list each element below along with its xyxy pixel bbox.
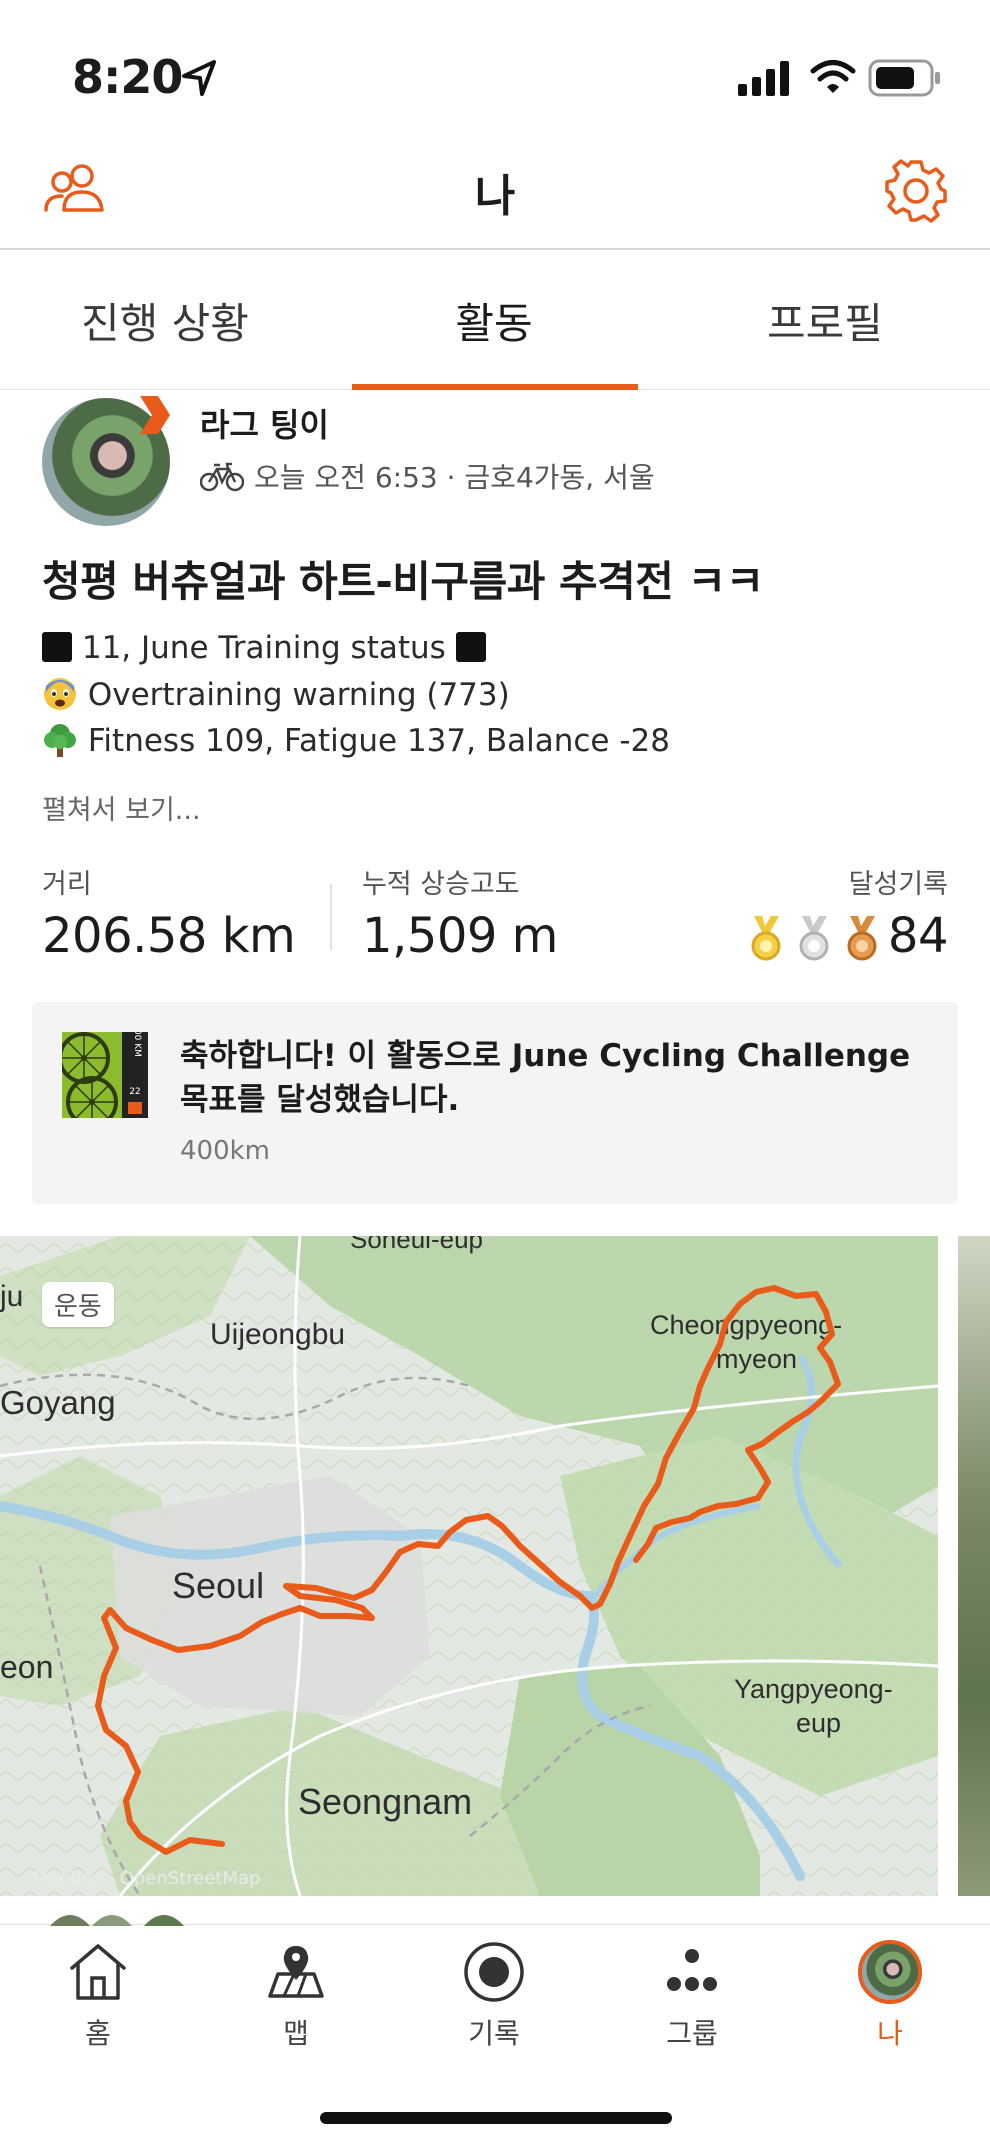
challenge-goal: 400km — [180, 1136, 271, 1166]
description-line-1: 11, June Training status — [42, 630, 486, 666]
cellular-signal-icon — [738, 61, 789, 96]
status-time: 8:20 — [72, 50, 183, 104]
me-avatar — [858, 1940, 922, 2004]
bronze-medal-icon — [847, 916, 877, 961]
challenge-text-prefix: 축하합니다! 이 활동으로 — [180, 1038, 512, 1074]
home-icon — [70, 1944, 126, 2000]
challenge-text-suffix: 목표를 달성했습니다. — [180, 1082, 460, 1118]
svg-text:22: 22 — [129, 1087, 140, 1097]
svg-text:Cheongpyeong-: Cheongpyeong- — [650, 1310, 842, 1340]
bicycle-icon — [200, 462, 244, 492]
nav-me[interactable]: 나 — [810, 1940, 970, 2052]
challenge-badge-icon: 400 KM 22 — [62, 1032, 148, 1118]
athlete-name[interactable]: 라그 팅이 — [200, 400, 329, 446]
record-icon — [464, 1942, 524, 2002]
svg-text:eon: eon — [0, 1649, 53, 1685]
distance-value: 206.58 km — [42, 908, 296, 964]
route-map[interactable]: Soheul-eup Uijeongbu Goyang Seoul Seongn… — [0, 1236, 938, 1896]
stats-divider — [330, 884, 332, 950]
page-title: 나 — [474, 171, 516, 222]
svg-text:Goyang: Goyang — [0, 1384, 116, 1421]
active-tab-indicator — [352, 384, 638, 390]
activity-title[interactable]: 청평 버츄얼과 하트-비구름과 추격전 ㅋㅋ — [42, 548, 764, 609]
description-line-2: Overtraining warning (773) — [42, 676, 510, 713]
svg-text:Yangpyeong-: Yangpyeong- — [734, 1674, 893, 1704]
header-divider — [0, 248, 990, 250]
tab-profile[interactable]: 프로필 — [700, 290, 950, 351]
map-tag: 운동 — [42, 1282, 114, 1327]
gold-medal-icon — [751, 916, 781, 961]
map-icon — [268, 1946, 324, 1998]
groups-icon — [667, 1949, 717, 1991]
map-attribution: Mapbox · OpenStreetMap — [32, 1868, 261, 1889]
nav-groups[interactable]: 그룹 — [612, 1940, 772, 2052]
activity-meta: 오늘 오전 6:53 · 금호4가동, 서울 — [254, 461, 655, 494]
achievements-value[interactable]: 84 — [888, 908, 949, 964]
svg-text:myeon: myeon — [716, 1344, 797, 1374]
svg-text:Soheul-eup: Soheul-eup — [350, 1236, 483, 1254]
home-indicator[interactable] — [320, 2112, 672, 2124]
medals-icons — [751, 916, 877, 961]
wifi-icon — [810, 60, 856, 93]
subscriber-badge-icon — [140, 396, 170, 434]
battery-icon — [868, 59, 940, 97]
challenge-name: June Cycling Challenge — [511, 1038, 911, 1074]
elevation-label: 누적 상승고도 — [362, 869, 520, 900]
challenge-message: 축하합니다! 이 활동으로 June Cycling Challenge 목표를… — [180, 1034, 920, 1122]
kudos-avatars-peek — [50, 1915, 184, 1926]
nav-home-label: 홈 — [85, 2017, 111, 2050]
distance-label: 거리 — [42, 869, 92, 900]
black-square-icon — [42, 632, 72, 662]
description-text: 11, June Training status — [81, 630, 446, 666]
svg-text:ju: ju — [0, 1280, 23, 1313]
svg-text:400 KM: 400 KM — [132, 1032, 142, 1057]
description-text: Fitness 109, Fatigue 137, Balance -28 — [87, 723, 670, 759]
elevation-value: 1,509 m — [362, 908, 558, 964]
tab-progress[interactable]: 진행 상황 — [40, 290, 290, 351]
see-more-link[interactable]: 펼쳐서 보기... — [42, 788, 201, 827]
svg-text:Uijeongbu: Uijeongbu — [210, 1318, 345, 1351]
nav-me-label: 나 — [877, 2017, 903, 2050]
silver-medal-icon — [799, 916, 829, 961]
nav-record-label: 기록 — [468, 2017, 520, 2050]
nav-home[interactable]: 홈 — [18, 1940, 178, 2052]
achievements-label: 달성기록 — [848, 869, 948, 900]
svg-text:Seongnam: Seongnam — [298, 1781, 472, 1822]
location-arrow-icon — [182, 60, 216, 96]
svg-text:eup: eup — [796, 1708, 841, 1738]
next-photo-peek[interactable] — [958, 1236, 990, 1896]
tab-activity[interactable]: 활동 — [350, 290, 638, 351]
fearful-face-emoji-icon — [44, 678, 76, 710]
tree-emoji-icon — [44, 724, 76, 757]
black-square-icon — [455, 632, 486, 662]
settings-gear-icon[interactable] — [883, 158, 949, 224]
description-text: Overtraining warning (773) — [87, 677, 510, 713]
nav-map[interactable]: 맵 — [216, 1940, 376, 2052]
description-line-3: Fitness 109, Fatigue 137, Balance -28 — [42, 722, 670, 759]
nav-record[interactable]: 기록 — [414, 1940, 574, 2052]
nav-map-label: 맵 — [283, 2017, 309, 2050]
nav-groups-label: 그룹 — [666, 2017, 718, 2050]
svg-text:Seoul: Seoul — [172, 1565, 264, 1606]
